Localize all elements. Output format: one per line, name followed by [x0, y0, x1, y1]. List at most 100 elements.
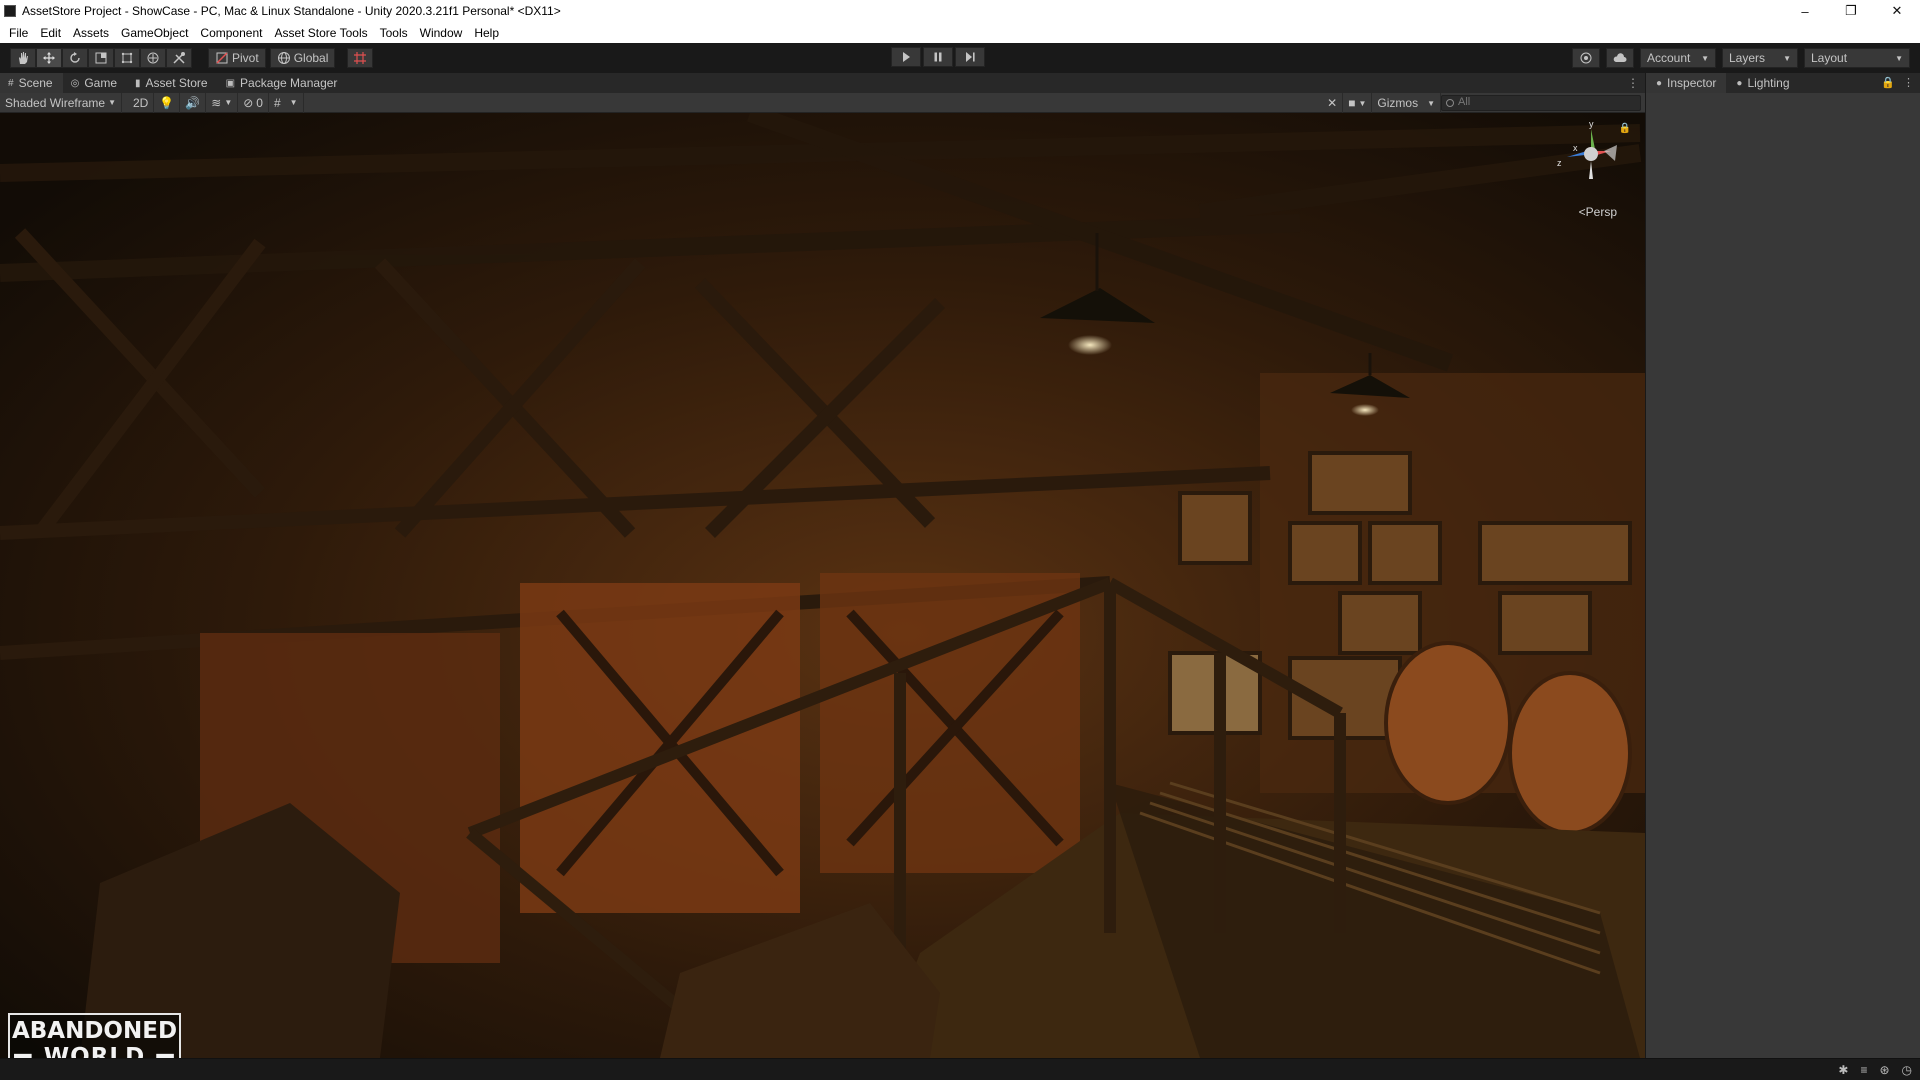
scene-search-input[interactable]: All [1441, 95, 1641, 111]
chevron-down-icon: ▼ [1358, 98, 1367, 108]
gizmos-label: Gizmos [1377, 96, 1419, 110]
effects-icon: ≋ [211, 95, 222, 110]
cloud-icon [1613, 53, 1627, 62]
menu-edit[interactable]: Edit [34, 26, 67, 40]
collab-button[interactable] [1572, 48, 1600, 68]
tab-lighting[interactable]: ● Lighting [1726, 73, 1800, 93]
gizmos-dropdown[interactable]: Gizmos ▼ [1372, 93, 1441, 113]
scene-render [0, 113, 1645, 1058]
chevron-down-icon: ▼ [1427, 98, 1435, 108]
grid-toggle[interactable]: # ▼ [269, 92, 304, 113]
window-title-bar: AssetStore Project - ShowCase - PC, Mac … [0, 0, 1920, 22]
logo-line2: ▬ WORLD ▬ [10, 1044, 179, 1058]
pivot-toggle[interactable]: Pivot [208, 48, 266, 68]
lock-icon[interactable]: 🔒 [1881, 76, 1895, 89]
hand-icon [19, 52, 28, 64]
chevron-down-icon: ▼ [224, 98, 233, 107]
tab-lighting-label: Lighting [1747, 76, 1790, 90]
play-controls [891, 47, 985, 67]
grid-snapping-button[interactable] [347, 48, 374, 68]
info-icon: ● [1656, 77, 1663, 89]
tools-toggle[interactable]: ✕ [1322, 93, 1344, 113]
hidden-count: 0 [256, 95, 263, 110]
2d-label: 2D [133, 95, 149, 110]
pause-icon [934, 52, 942, 62]
audio-toggle[interactable]: 🔊 [180, 92, 207, 113]
scene-icon: # [8, 77, 14, 89]
chevron-down-icon: ▼ [108, 98, 116, 107]
scene-orientation-gizmo[interactable]: y x z [1549, 119, 1629, 191]
editor-tabs: # Scene ◎ Game ▮ Asset Store ▣ Package M… [0, 73, 1645, 93]
hidden-objects-toggle[interactable]: ⊘ 0 [238, 92, 269, 113]
rect-tool-button[interactable] [114, 48, 140, 68]
2d-toggle[interactable]: 2D [128, 92, 155, 113]
menu-assets[interactable]: Assets [67, 26, 115, 40]
more-options-icon[interactable]: ⋮ [1903, 76, 1914, 89]
transform-tool-button[interactable] [140, 48, 166, 68]
tab-inspector[interactable]: ● Inspector [1646, 73, 1727, 93]
rotate-icon [70, 52, 80, 63]
layers-icon[interactable]: ≡ [1860, 1063, 1867, 1077]
custom-tool-button[interactable] [166, 48, 192, 68]
chevron-down-icon: ▼ [1895, 53, 1903, 63]
global-toggle[interactable]: Global [269, 48, 336, 68]
main-toolbar: Pivot Global Account ▼ Layers ▼ Layout ▼ [0, 43, 1920, 73]
move-tool-button[interactable] [36, 48, 62, 68]
menu-tools[interactable]: Tools [374, 26, 414, 40]
projection-toggle[interactable]: <Persp [1579, 205, 1617, 219]
lighting-toggle[interactable]: 💡 [154, 92, 181, 113]
draw-mode-dropdown[interactable]: Shaded Wireframe ▼ [0, 92, 122, 113]
handle-settings: Pivot Global [204, 48, 336, 68]
speaker-icon: 🔊 [185, 95, 201, 110]
move-icon [43, 52, 55, 64]
layers-dropdown[interactable]: Layers ▼ [1722, 48, 1798, 68]
menu-gameobject[interactable]: GameObject [115, 26, 194, 40]
camera-icon: ■ [1348, 96, 1356, 110]
account-dropdown[interactable]: Account ▼ [1640, 48, 1716, 68]
play-button[interactable] [891, 47, 921, 67]
globe-icon [277, 52, 290, 64]
menu-help[interactable]: Help [468, 26, 505, 40]
rotate-tool-button[interactable] [62, 48, 88, 68]
lock-icon[interactable]: 🔒 [1619, 123, 1631, 134]
close-button[interactable]: ✕ [1874, 0, 1920, 22]
menu-file[interactable]: File [3, 26, 34, 40]
chevron-down-icon: ▼ [1701, 53, 1709, 63]
minimize-button[interactable]: – [1782, 0, 1828, 22]
camera-settings-button[interactable]: ■ ▼ [1343, 93, 1373, 113]
package-icon: ▣ [225, 77, 236, 89]
gizmo-x-label: x [1573, 143, 1578, 153]
tab-asset-store[interactable]: ▮ Asset Store [127, 73, 218, 93]
global-label: Global [293, 51, 329, 65]
layout-dropdown[interactable]: Layout ▼ [1804, 48, 1910, 68]
bug-icon[interactable]: ✱ [1838, 1063, 1848, 1077]
menu-bar: File Edit Assets GameObject Component As… [0, 22, 1920, 43]
layers-label: Layers [1729, 51, 1766, 65]
scale-tool-button[interactable] [88, 48, 114, 68]
grid-snap-icon [354, 52, 367, 64]
tab-scene[interactable]: # Scene [0, 73, 63, 93]
toolbar-right: Account ▼ Layers ▼ Layout ▼ [1572, 48, 1910, 68]
eye-off-icon: ⊘ [243, 95, 254, 110]
progress-icon[interactable]: ◷ [1902, 1063, 1912, 1077]
maximize-button[interactable]: ❐ [1828, 0, 1874, 22]
scale-icon [95, 52, 107, 64]
menu-component[interactable]: Component [194, 26, 268, 40]
cloud-button[interactable] [1606, 48, 1634, 68]
menu-window[interactable]: Window [414, 26, 469, 40]
step-button[interactable] [955, 47, 985, 67]
menu-asset-store-tools[interactable]: Asset Store Tools [268, 26, 373, 40]
pivot-icon [216, 52, 228, 64]
more-options-icon[interactable]: ⋮ [1627, 76, 1639, 90]
scene-view-viewport[interactable]: y x z 🔒 <Persp ABANDONED ▬ WORLD ▬ [0, 113, 1645, 1058]
effects-toggle[interactable]: ≋ ▼ [206, 92, 239, 113]
inspector-panel: ● Inspector ● Lighting 🔒 ⋮ [1645, 73, 1920, 1058]
logo-line1: ABANDONED [11, 1018, 178, 1044]
axis-gizmo-icon: y x z [1557, 119, 1617, 179]
network-icon[interactable]: ⊛ [1879, 1063, 1889, 1077]
pause-button[interactable] [923, 47, 953, 67]
tab-package-manager[interactable]: ▣ Package Manager [217, 73, 348, 93]
hand-tool-button[interactable] [10, 48, 36, 68]
tab-game[interactable]: ◎ Game [62, 73, 128, 93]
draw-mode-label: Shaded Wireframe [5, 95, 106, 110]
